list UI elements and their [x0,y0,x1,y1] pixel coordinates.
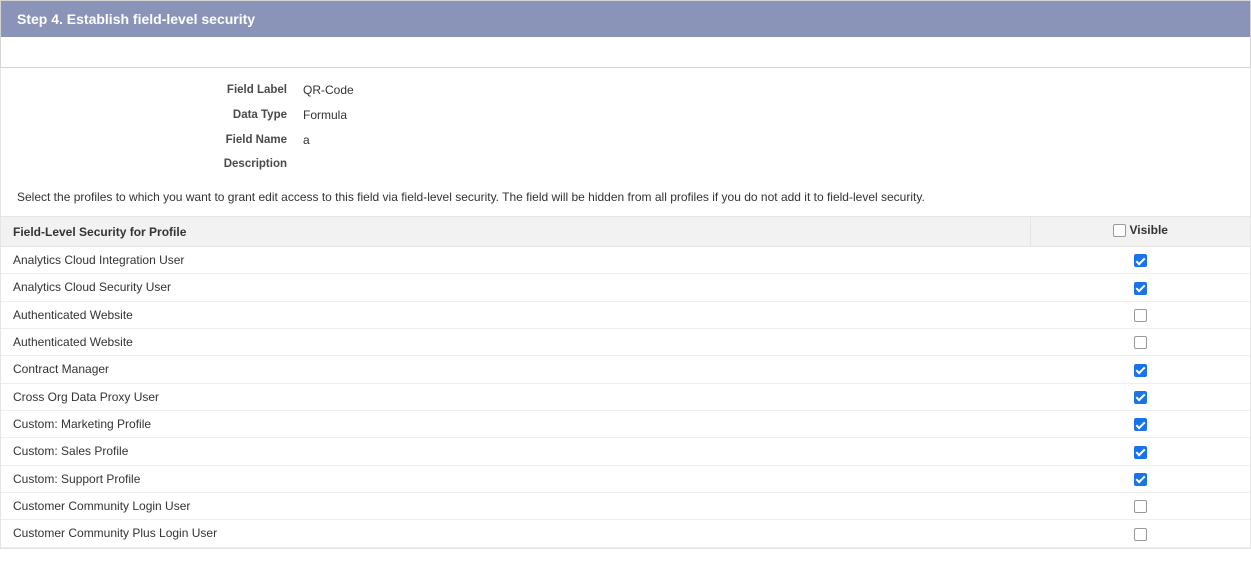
profile-name-cell: Cross Org Data Proxy User [1,383,1030,410]
instruction-text: Select the profiles to which you want to… [1,190,1250,212]
visible-cell [1030,410,1250,437]
table-header-profile: Field-Level Security for Profile [1,217,1030,247]
visible-checkbox[interactable] [1134,500,1147,513]
visible-cell [1030,520,1250,547]
visible-cell [1030,246,1250,273]
detail-row-field-name: Field Name a [17,132,1234,149]
detail-row-data-type: Data Type Formula [17,107,1234,124]
table-row: Cross Org Data Proxy User [1,383,1250,410]
visible-checkbox[interactable] [1134,282,1147,295]
profile-name-cell: Custom: Sales Profile [1,438,1030,465]
label-data-type: Data Type [17,107,303,123]
label-field-name: Field Name [17,132,303,148]
visible-cell [1030,274,1250,301]
label-field-label: Field Label [17,82,303,98]
visible-cell [1030,383,1250,410]
profile-name-cell: Authenticated Website [1,301,1030,328]
table-row: Authenticated Website [1,301,1250,328]
visible-checkbox[interactable] [1134,391,1147,404]
step-title: Step 4. Establish field-level security [17,11,255,27]
visible-checkbox[interactable] [1134,473,1147,486]
visible-select-all-checkbox[interactable] [1113,224,1126,237]
blank-bar [0,37,1251,67]
table-row: Customer Community Login User [1,492,1250,519]
field-details: Field Label QR-Code Data Type Formula Fi… [1,68,1250,190]
step-header: Step 4. Establish field-level security [0,0,1251,37]
value-field-name: a [303,132,310,149]
visible-cell [1030,301,1250,328]
table-header-visible-label: Visible [1130,223,1168,237]
table-row: Contract Manager [1,356,1250,383]
visible-checkbox[interactable] [1134,309,1147,322]
profile-name-cell: Customer Community Login User [1,492,1030,519]
table-row: Analytics Cloud Security User [1,274,1250,301]
detail-row-field-label: Field Label QR-Code [17,82,1234,99]
profile-name-cell: Customer Community Plus Login User [1,520,1030,547]
table-row: Analytics Cloud Integration User [1,246,1250,273]
visible-cell [1030,492,1250,519]
visible-checkbox[interactable] [1134,336,1147,349]
table-row: Custom: Support Profile [1,465,1250,492]
visible-cell [1030,438,1250,465]
content-wrapper: Field Label QR-Code Data Type Formula Fi… [0,67,1251,549]
table-row: Authenticated Website [1,328,1250,355]
table-header-visible: Visible [1030,217,1250,247]
visible-cell [1030,465,1250,492]
visible-cell [1030,356,1250,383]
profile-table: Field-Level Security for Profile Visible… [1,216,1250,547]
visible-checkbox[interactable] [1134,254,1147,267]
visible-checkbox[interactable] [1134,446,1147,459]
visible-checkbox[interactable] [1134,528,1147,541]
profile-name-cell: Contract Manager [1,356,1030,383]
visible-checkbox[interactable] [1134,364,1147,377]
table-row: Custom: Marketing Profile [1,410,1250,437]
visible-checkbox[interactable] [1134,418,1147,431]
value-field-label: QR-Code [303,82,354,99]
table-row: Customer Community Plus Login User [1,520,1250,547]
profile-name-cell: Custom: Support Profile [1,465,1030,492]
table-header-profile-label: Field-Level Security for Profile [13,225,186,239]
table-row: Custom: Sales Profile [1,438,1250,465]
detail-row-description: Description [17,156,1234,172]
profile-name-cell: Analytics Cloud Security User [1,274,1030,301]
visible-cell [1030,328,1250,355]
label-description: Description [17,156,303,172]
profile-name-cell: Analytics Cloud Integration User [1,246,1030,273]
profile-name-cell: Custom: Marketing Profile [1,410,1030,437]
value-data-type: Formula [303,107,347,124]
profile-name-cell: Authenticated Website [1,328,1030,355]
